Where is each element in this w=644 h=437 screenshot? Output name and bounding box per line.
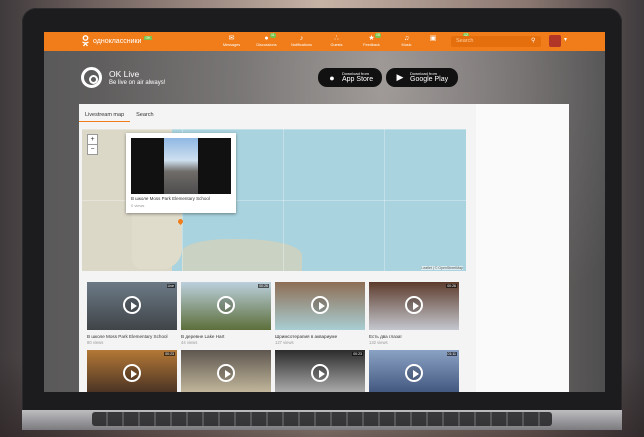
video-views: 80 views: [87, 340, 104, 345]
popup-title: В школе Moss Park Elementary School: [131, 196, 210, 201]
tab-bar: Livestream map Search: [79, 110, 160, 122]
google-play-button[interactable]: ▶ Download from Google Play: [386, 68, 458, 87]
ok-live-promo: OK Live Be live on air always!: [81, 67, 165, 88]
nav-label: Guests: [330, 43, 343, 47]
nav-music[interactable]: ♫ Music: [389, 34, 424, 48]
map-attribution: Leaflet | © OpenStreetMap: [421, 266, 463, 270]
nav-label: Messages: [222, 43, 241, 47]
video-thumbnail[interactable]: 00:26: [181, 282, 271, 330]
store-big-label: App Store: [342, 76, 374, 83]
video-thumbnail[interactable]: 00:26: [369, 282, 459, 330]
video-grid: Live В школе Moss Park Elementary School 8…: [87, 282, 459, 392]
search-icon: ⚲: [531, 38, 536, 44]
nav-label: Music: [401, 43, 412, 47]
apple-icon: ●: [329, 72, 335, 83]
ok-logo-icon: [81, 35, 90, 47]
play-icon[interactable]: [123, 296, 141, 314]
chat-icon: ●: [264, 35, 269, 42]
nav-label: Discussions: [256, 43, 277, 47]
radio-icon: ▣: [429, 35, 437, 42]
keyboard: [92, 412, 552, 426]
livestream-map[interactable]: + − В школе Moss Park Elementary School …: [82, 129, 466, 271]
popup-video[interactable]: [131, 138, 231, 194]
video-card[interactable]: Live В школе Moss Park Elementary School 8…: [87, 282, 177, 346]
zoom-out-button[interactable]: −: [88, 145, 97, 154]
search-input[interactable]: Search ⚲: [451, 36, 541, 47]
badge: 11: [270, 33, 276, 38]
play-icon[interactable]: [405, 364, 423, 382]
envelope-icon: ✉: [228, 35, 235, 42]
video-thumbnail[interactable]: 00:23: [275, 350, 365, 392]
tab-livestream-map[interactable]: Livestream map: [79, 110, 131, 122]
video-card[interactable]: Шримсотерапия в аквариуме 127 views: [275, 282, 365, 346]
video-card[interactable]: [181, 350, 271, 392]
video-thumbnail[interactable]: 00:23: [87, 350, 177, 392]
promo-title: OK Live: [109, 68, 140, 79]
chevron-down-icon[interactable]: ▼: [563, 37, 568, 43]
music-icon: ♫: [403, 35, 410, 42]
bell-icon: ♪: [299, 35, 304, 42]
play-icon[interactable]: [123, 364, 141, 382]
duration-badge: 00:26: [446, 284, 457, 288]
popup-views: 0 views: [131, 203, 145, 208]
zoom-in-button[interactable]: +: [88, 135, 97, 145]
brand-name: одноклассники: [93, 37, 142, 45]
nav-radio[interactable]: ▣: [424, 34, 442, 48]
video-card[interactable]: 00:26 В деревне Lake Hart 44 views: [181, 282, 271, 346]
duration-badge: 00:23: [352, 352, 363, 356]
zoom-control: + −: [87, 134, 98, 155]
tab-search[interactable]: Search: [130, 110, 159, 122]
video-views: 127 views: [275, 340, 294, 345]
video-thumbnail[interactable]: [181, 350, 271, 392]
nav-messages[interactable]: ✉ Messages: [214, 34, 249, 48]
duration-badge: 00:23: [164, 352, 175, 356]
nav-guests[interactable]: ∴ Guests: [319, 34, 354, 48]
video-card[interactable]: 00:23: [87, 350, 177, 392]
play-store-icon: ▶: [396, 72, 404, 82]
play-icon[interactable]: [217, 364, 235, 382]
video-card[interactable]: 00:23: [275, 350, 365, 392]
laptop-base: [22, 410, 622, 430]
video-thumbnail[interactable]: [275, 282, 365, 330]
promo-subtitle: Be live on air always!: [109, 79, 166, 86]
video-views: 44 views: [181, 340, 198, 345]
nav-discussions[interactable]: ● 11 Discussions: [249, 33, 284, 48]
right-sidebar: [476, 104, 569, 392]
screen: одноклассники OK ✉ Messages ● 11 Discuss…: [44, 32, 605, 392]
play-icon[interactable]: [311, 364, 329, 382]
ok-live-icon: [81, 67, 102, 88]
badge: 15: [375, 33, 381, 38]
nav-feedback[interactable]: ★ 15 Feedback: [354, 33, 389, 48]
top-navigation-bar: одноклассники OK ✉ Messages ● 11 Discuss…: [44, 32, 605, 51]
nav-label: Notifications: [291, 43, 312, 47]
store-big-label: Google Play: [410, 76, 449, 83]
avatar[interactable]: [549, 35, 561, 47]
video-thumbnail[interactable]: Live: [87, 282, 177, 330]
play-icon[interactable]: [217, 296, 235, 314]
app-store-button[interactable]: ● Download from App Store: [318, 68, 382, 87]
nav-label: Feedback: [363, 43, 380, 47]
brand-badge: OK: [144, 36, 152, 40]
video-card[interactable]: 01:11: [369, 350, 459, 392]
search-placeholder: Search: [456, 38, 474, 44]
video-thumbnail[interactable]: 01:11: [369, 350, 459, 392]
feedback-icon: ★: [368, 35, 375, 42]
map-popup[interactable]: В школе Moss Park Elementary School 0 vi…: [126, 133, 236, 213]
play-icon[interactable]: [405, 296, 423, 314]
duration-badge: 01:11: [446, 352, 457, 356]
top-nav: ✉ Messages ● 11 Discussions ♪ Notificati…: [214, 33, 477, 48]
video-frame: [164, 138, 198, 194]
brand-logo[interactable]: одноклассники OK: [81, 35, 152, 47]
play-icon[interactable]: [311, 296, 329, 314]
nav-notifications[interactable]: ♪ Notifications: [284, 34, 319, 48]
video-card[interactable]: 00:26 Есть два глаза! 132 views: [369, 282, 459, 346]
video-views: 132 views: [369, 340, 388, 345]
duration-badge: 00:26: [258, 284, 269, 288]
duration-badge: Live: [166, 284, 175, 288]
footprints-icon: ∴: [334, 35, 339, 42]
